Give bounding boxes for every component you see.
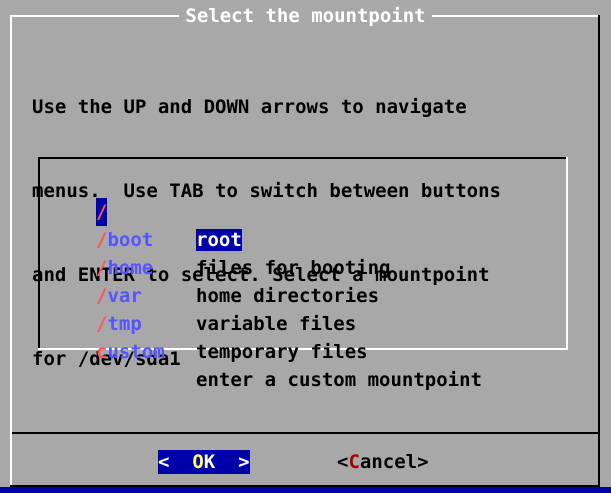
dialog-border-left [10,15,12,487]
dialog-border-bottom [10,485,600,487]
menu-item-var[interactable]: /var variable files [38,254,558,335]
menu-item-boot[interactable]: /boot files for booting [38,198,558,279]
dialog-border-right [598,15,600,487]
menu-item-label: temporary files [196,341,368,363]
menu-item-home[interactable]: /home home directories [38,226,558,307]
menu-border-top [38,157,568,159]
menu-item-tag: custom [96,341,165,363]
mountpoint-menu: / root /boot files for booting /home hom… [38,157,568,391]
mountpoint-dialog: Select the mountpoint Use the UP and DOW… [0,0,611,487]
menu-item-custom[interactable]: custom enter a custom mountpoint [38,310,558,391]
menu-item-tmp[interactable]: /tmp temporary files [38,282,558,363]
menu-border-right [566,157,568,350]
button-separator [12,432,598,434]
ok-button[interactable]: < OK > [158,450,250,474]
button-bar: < OK > <Cancel> [0,442,611,478]
menu-item-root[interactable]: / root [38,170,558,251]
dialog-title: Select the mountpoint [0,5,611,27]
menu-item-label: enter a custom mountpoint [196,369,482,391]
cancel-button[interactable]: <Cancel> [337,450,429,474]
description-line: Use the UP and DOWN arrows to navigate [32,96,467,118]
